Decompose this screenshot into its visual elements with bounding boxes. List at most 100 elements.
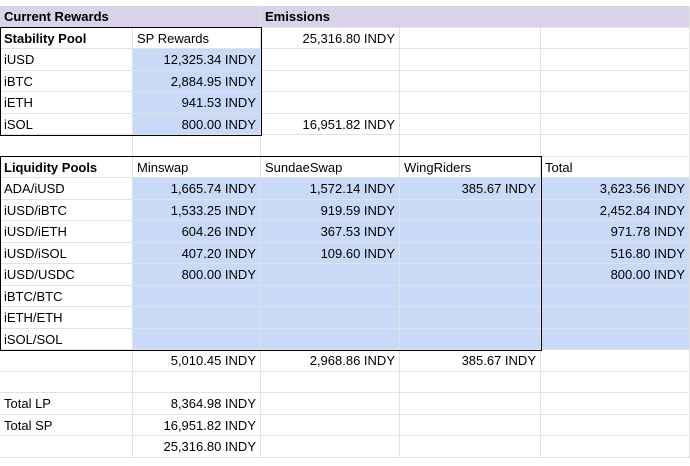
emissions-header[interactable]: Emissions	[261, 6, 690, 28]
lp-sundae-cell[interactable]	[261, 285, 400, 307]
lp-minswap-cell[interactable]: 1,665.74 INDY	[133, 178, 261, 200]
empty-cell[interactable]	[541, 27, 690, 49]
lp-total-cell[interactable]: 3,623.56 INDY	[541, 178, 690, 200]
lp-minswap-cell[interactable]: 407.20 INDY	[133, 242, 261, 264]
emission-sp-cell[interactable]: 16,951.82 INDY	[261, 113, 400, 135]
empty-cell[interactable]	[261, 414, 400, 436]
sp-row-value[interactable]: 2,884.95 INDY	[133, 70, 261, 92]
empty-cell[interactable]	[0, 371, 133, 393]
empty-cell[interactable]	[541, 135, 690, 157]
lp-minswap-cell[interactable]: 604.26 INDY	[133, 221, 261, 243]
empty-cell[interactable]	[541, 49, 690, 71]
empty-cell[interactable]	[541, 414, 690, 436]
empty-cell[interactable]	[400, 70, 541, 92]
empty-cell[interactable]	[261, 393, 400, 415]
empty-cell[interactable]	[541, 436, 690, 458]
empty-cell[interactable]	[400, 436, 541, 458]
empty-cell[interactable]	[0, 135, 133, 157]
lp-row-label[interactable]: iSOL/SOL	[0, 328, 133, 350]
lp-wingriders-cell[interactable]	[400, 328, 541, 350]
lp-wingriders-cell[interactable]	[400, 264, 541, 286]
summary-label[interactable]: Total SP	[0, 414, 133, 436]
lp-row-label[interactable]: iETH/ETH	[0, 307, 133, 329]
sp-row-label[interactable]: iBTC	[0, 70, 133, 92]
lp-total-cell[interactable]: 516.80 INDY	[541, 242, 690, 264]
liquidity-pools-title[interactable]: Liquidity Pools	[0, 156, 133, 178]
lp-total-cell[interactable]: 971.78 INDY	[541, 221, 690, 243]
empty-cell[interactable]	[400, 135, 541, 157]
lp-total-cell[interactable]	[541, 285, 690, 307]
empty-cell[interactable]	[261, 70, 400, 92]
empty-cell[interactable]	[261, 135, 400, 157]
sum-minswap-cell[interactable]: 5,010.45 INDY	[133, 350, 261, 372]
lp-wingriders-cell[interactable]: 385.67 INDY	[400, 178, 541, 200]
sp-rewards-header[interactable]: SP Rewards	[133, 27, 261, 49]
empty-cell[interactable]	[133, 371, 261, 393]
lp-row-label[interactable]: iUSD/iSOL	[0, 242, 133, 264]
lp-row-label[interactable]: iUSD/iBTC	[0, 199, 133, 221]
lp-sundae-cell[interactable]: 367.53 INDY	[261, 221, 400, 243]
lp-total-cell[interactable]	[541, 328, 690, 350]
lp-wingriders-cell[interactable]	[400, 307, 541, 329]
lp-row-label[interactable]: iBTC/BTC	[0, 285, 133, 307]
empty-cell[interactable]	[261, 436, 400, 458]
empty-cell[interactable]	[400, 371, 541, 393]
sp-row-label[interactable]: iETH	[0, 92, 133, 114]
liquidity-col-header[interactable]: SundaeSwap	[261, 156, 400, 178]
summary-label[interactable]	[0, 436, 133, 458]
empty-cell[interactable]	[541, 92, 690, 114]
empty-cell[interactable]	[541, 371, 690, 393]
empty-cell[interactable]	[541, 113, 690, 135]
lp-sundae-cell[interactable]	[261, 307, 400, 329]
empty-cell[interactable]	[400, 113, 541, 135]
sum-wingriders-cell[interactable]: 385.67 INDY	[400, 350, 541, 372]
lp-minswap-cell[interactable]: 1,533.25 INDY	[133, 199, 261, 221]
summary-value[interactable]: 25,316.80 INDY	[133, 436, 261, 458]
lp-row-label[interactable]: iUSD/USDC	[0, 264, 133, 286]
empty-cell[interactable]	[400, 393, 541, 415]
sum-sundae-cell[interactable]: 2,968.86 INDY	[261, 350, 400, 372]
lp-sundae-cell[interactable]: 1,572.14 INDY	[261, 178, 400, 200]
summary-label[interactable]: Total LP	[0, 393, 133, 415]
summary-value[interactable]: 16,951.82 INDY	[133, 414, 261, 436]
emission-total-cell[interactable]: 25,316.80 INDY	[261, 27, 400, 49]
sp-row-value[interactable]: 941.53 INDY	[133, 92, 261, 114]
empty-cell[interactable]	[261, 92, 400, 114]
lp-total-cell[interactable]: 800.00 INDY	[541, 264, 690, 286]
empty-cell[interactable]	[400, 92, 541, 114]
empty-cell[interactable]	[541, 393, 690, 415]
current-rewards-header[interactable]: Current Rewards	[0, 6, 261, 28]
empty-cell[interactable]	[400, 49, 541, 71]
lp-wingriders-cell[interactable]	[400, 242, 541, 264]
empty-cell[interactable]	[400, 414, 541, 436]
lp-minswap-cell[interactable]: 800.00 INDY	[133, 264, 261, 286]
empty-cell[interactable]	[261, 49, 400, 71]
lp-row-label[interactable]: iUSD/iETH	[0, 221, 133, 243]
empty-cell[interactable]	[133, 135, 261, 157]
lp-minswap-cell[interactable]	[133, 307, 261, 329]
liquidity-col-header[interactable]: Minswap	[133, 156, 261, 178]
lp-sundae-cell[interactable]	[261, 328, 400, 350]
sp-row-value[interactable]: 800.00 INDY	[133, 113, 261, 135]
sp-row-label[interactable]: iSOL	[0, 113, 133, 135]
sp-row-label[interactable]: iUSD	[0, 49, 133, 71]
empty-cell[interactable]	[0, 350, 133, 372]
empty-cell[interactable]	[261, 371, 400, 393]
lp-minswap-cell[interactable]	[133, 328, 261, 350]
lp-minswap-cell[interactable]	[133, 285, 261, 307]
lp-sundae-cell[interactable]	[261, 264, 400, 286]
empty-cell[interactable]	[400, 27, 541, 49]
lp-wingriders-cell[interactable]	[400, 285, 541, 307]
lp-wingriders-cell[interactable]	[400, 221, 541, 243]
lp-sundae-cell[interactable]: 919.59 INDY	[261, 199, 400, 221]
summary-value[interactable]: 8,364.98 INDY	[133, 393, 261, 415]
stability-pool-title[interactable]: Stability Pool	[0, 27, 133, 49]
lp-total-cell[interactable]: 2,452.84 INDY	[541, 199, 690, 221]
lp-sundae-cell[interactable]: 109.60 INDY	[261, 242, 400, 264]
sp-row-value[interactable]: 12,325.34 INDY	[133, 49, 261, 71]
lp-total-cell[interactable]	[541, 307, 690, 329]
liquidity-col-header[interactable]: Total	[541, 156, 690, 178]
lp-wingriders-cell[interactable]	[400, 199, 541, 221]
empty-cell[interactable]	[541, 70, 690, 92]
lp-row-label[interactable]: ADA/iUSD	[0, 178, 133, 200]
